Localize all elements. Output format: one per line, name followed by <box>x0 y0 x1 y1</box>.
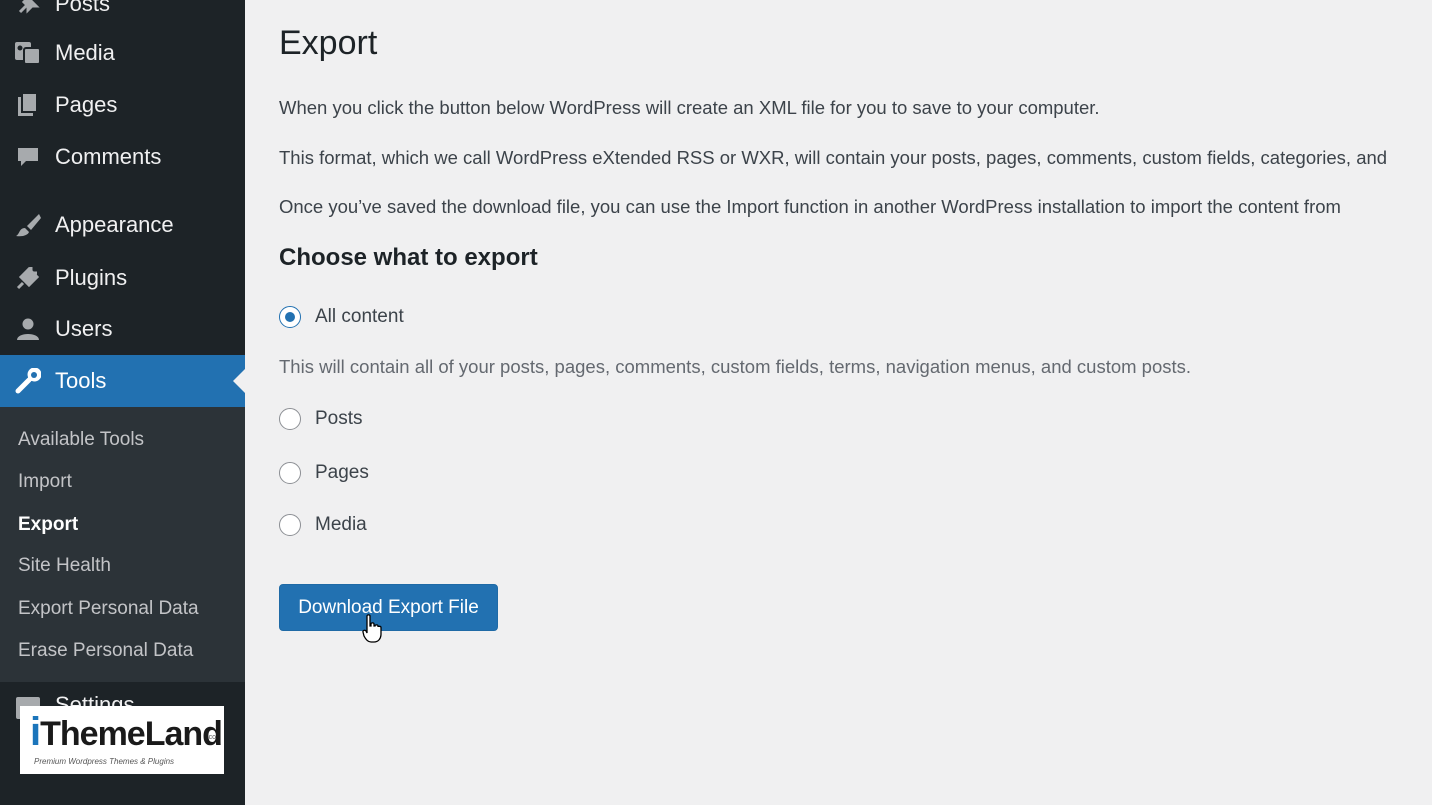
radio-button[interactable] <box>279 408 301 430</box>
submenu-item-site-health[interactable]: Site Health <box>18 555 111 577</box>
radio-button[interactable] <box>279 306 301 328</box>
sidebar-item-plugins[interactable]: Plugins <box>0 252 245 304</box>
radio-label[interactable]: Pages <box>315 462 369 484</box>
sidebar-item-label: Pages <box>55 92 118 117</box>
plugin-icon <box>14 264 42 292</box>
radio-posts[interactable]: Posts <box>279 408 363 430</box>
tools-submenu: Available Tools Import Export Site Healt… <box>0 407 245 682</box>
section-title: Choose what to export <box>279 244 538 271</box>
radio-label[interactable]: Posts <box>315 408 363 430</box>
sidebar-item-posts[interactable]: Posts <box>0 0 245 30</box>
radio-label[interactable]: Media <box>315 514 367 536</box>
comments-icon <box>14 143 42 171</box>
sidebar-item-label: Tools <box>55 368 107 393</box>
hand-pointer-cursor-icon <box>362 614 382 649</box>
ithemeland-watermark-logo: iThemeLand co Premium Wordpress Themes &… <box>20 706 224 774</box>
intro-paragraph: When you click the button below WordPres… <box>279 97 1100 118</box>
admin-sidebar: Posts Media Pages Comments Appearance Pl… <box>0 0 245 805</box>
radio-button[interactable] <box>279 514 301 536</box>
radio-all-content[interactable]: All content <box>279 306 404 328</box>
radio-pages[interactable]: Pages <box>279 462 369 484</box>
sidebar-item-appearance[interactable]: Appearance <box>0 199 245 251</box>
submenu-item-available-tools[interactable]: Available Tools <box>18 429 144 451</box>
page-title: Export <box>279 24 378 62</box>
submenu-item-export[interactable]: Export <box>18 514 78 536</box>
wrench-icon <box>14 367 42 395</box>
media-icon <box>14 39 42 67</box>
sidebar-item-pages[interactable]: Pages <box>0 79 245 131</box>
import-paragraph: Once you’ve saved the download file, you… <box>279 196 1341 217</box>
logo-brand: iThemeLand <box>30 710 223 754</box>
sidebar-item-comments[interactable]: Comments <box>0 131 245 183</box>
all-content-description: This will contain all of your posts, pag… <box>279 356 1192 377</box>
main-content: Export When you click the button below W… <box>245 0 1432 805</box>
submenu-item-export-personal-data[interactable]: Export Personal Data <box>18 598 199 620</box>
users-icon <box>14 315 42 343</box>
pages-icon <box>14 91 42 119</box>
sidebar-item-label: Media <box>55 40 115 65</box>
logo-trademark: co <box>208 734 216 741</box>
submenu-item-erase-personal-data[interactable]: Erase Personal Data <box>18 640 193 662</box>
radio-button[interactable] <box>279 462 301 484</box>
sidebar-item-label: Posts <box>55 0 111 16</box>
format-paragraph: This format, which we call WordPress eXt… <box>279 147 1388 168</box>
sidebar-item-users[interactable]: Users <box>0 303 245 355</box>
submenu-item-import[interactable]: Import <box>18 471 72 493</box>
pin-icon <box>14 0 42 18</box>
brush-icon <box>14 211 42 239</box>
sidebar-item-tools[interactable]: Tools <box>0 355 245 407</box>
sidebar-item-label: Comments <box>55 144 162 169</box>
download-export-file-button[interactable]: Download Export File <box>279 584 498 631</box>
radio-media[interactable]: Media <box>279 514 367 536</box>
sidebar-item-label: Plugins <box>55 265 128 290</box>
sidebar-item-label: Users <box>55 316 113 341</box>
logo-tagline: Premium Wordpress Themes & Plugins <box>34 757 175 766</box>
sidebar-item-media[interactable]: Media <box>0 27 245 79</box>
sidebar-item-label: Appearance <box>55 212 174 237</box>
radio-label[interactable]: All content <box>315 306 404 328</box>
